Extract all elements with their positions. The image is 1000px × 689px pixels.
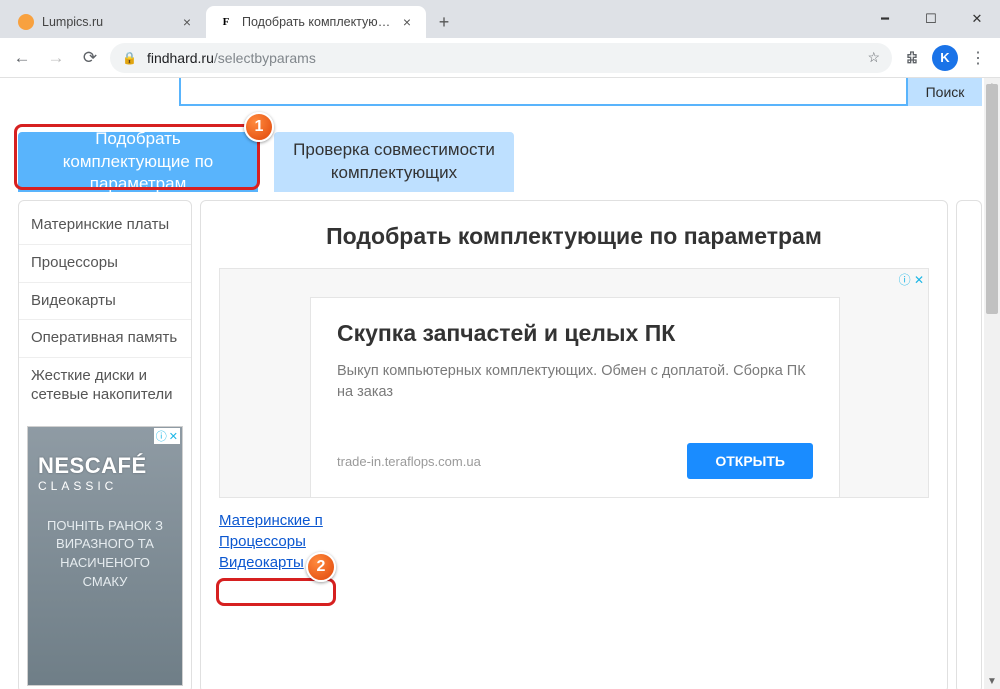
ad-badge-icon[interactable]: ⓘ ✕	[899, 271, 924, 288]
tab-select-by-params[interactable]: Подобрать комплектующие по параметрам	[18, 132, 258, 192]
tab-compatibility-check[interactable]: Проверка совместимости комплектующих	[274, 132, 514, 192]
url-path: /selectbyparams	[214, 50, 316, 66]
window-titlebar: Lumpics.ru × F Подобрать комплектующие п…	[0, 0, 1000, 38]
scrollbar-thumb[interactable]	[986, 84, 998, 314]
ad-logo-sub: CLASSIC	[38, 479, 182, 493]
window-close-button[interactable]: ✕	[954, 0, 1000, 38]
minimize-button[interactable]: ━	[862, 0, 908, 38]
url-host: findhard.ru	[147, 50, 214, 66]
close-icon[interactable]: ×	[180, 15, 194, 29]
scrollbar[interactable]: ▲ ▼	[984, 78, 1000, 689]
ad-card: Скупка запчастей и целых ПК Выкуп компью…	[310, 297, 840, 498]
forward-button[interactable]: →	[42, 44, 70, 72]
maximize-button[interactable]: ☐	[908, 0, 954, 38]
browser-toolbar: ← → ⟳ 🔒 findhard.ru/selectbyparams ☆ K ⋮	[0, 38, 1000, 78]
section-tabs: Подобрать комплектующие по параметрам Пр…	[18, 132, 982, 192]
inline-advert[interactable]: ⓘ ✕ Скупка запчастей и целых ПК Выкуп ко…	[219, 268, 929, 498]
scroll-down-icon[interactable]: ▼	[984, 673, 1000, 689]
browser-tab-lumpics[interactable]: Lumpics.ru ×	[6, 6, 206, 38]
browser-tabstrip: Lumpics.ru × F Подобрать комплектующие п…	[6, 0, 862, 38]
ad-description: Выкуп компьютерных комплектующих. Обмен …	[337, 361, 813, 403]
sidebar-item-processors[interactable]: Процессоры	[19, 244, 191, 282]
category-sidebar: Материнские платы Процессоры Видеокарты …	[18, 200, 192, 689]
main-panel: Подобрать комплектующие по параметрам ⓘ …	[200, 200, 948, 689]
link-motherboards[interactable]: Материнские п	[219, 512, 929, 529]
favicon-icon: F	[218, 14, 234, 30]
ad-title: Скупка запчастей и целых ПК	[337, 320, 813, 347]
lock-icon: 🔒	[122, 51, 137, 65]
sidebar-item-gpus[interactable]: Видеокарты	[19, 282, 191, 320]
category-links: Материнские п Процессоры Видеокарты	[219, 512, 929, 571]
sidebar-item-motherboards[interactable]: Материнские платы	[19, 207, 191, 244]
window-controls: ━ ☐ ✕	[862, 0, 1000, 38]
ad-badge-icon[interactable]: ⓘ✕	[154, 428, 180, 444]
sidebar-item-storage[interactable]: Жесткие диски и сетевые накопители	[19, 357, 191, 414]
ad-logo: NESCAFÉ	[38, 453, 182, 479]
url-text: findhard.ru/selectbyparams	[147, 50, 857, 66]
bookmark-star-icon[interactable]: ☆	[867, 49, 880, 66]
tab-title: Lumpics.ru	[42, 15, 172, 29]
sidebar-item-ram[interactable]: Оперативная память	[19, 319, 191, 357]
kebab-menu-icon[interactable]: ⋮	[964, 44, 992, 72]
page-content: Подобрать комплектующие по параметрам Пр…	[18, 78, 982, 689]
close-icon[interactable]: ×	[400, 15, 414, 29]
right-aside	[956, 200, 982, 689]
back-button[interactable]: ←	[8, 44, 36, 72]
profile-avatar[interactable]: K	[932, 45, 958, 71]
extensions-button[interactable]	[898, 44, 926, 72]
favicon-icon	[18, 14, 34, 30]
ad-text: ПОЧНІТЬ РАНОК З ВИРАЗНОГО ТА НАСИЧЕНОГО …	[38, 517, 172, 592]
link-gpus[interactable]: Видеокарты	[219, 554, 929, 571]
tab-title: Подобрать комплектующие по	[242, 15, 392, 29]
browser-tab-findhard[interactable]: F Подобрать комплектующие по ×	[206, 6, 426, 38]
ad-open-button[interactable]: ОТКРЫТЬ	[687, 443, 813, 479]
ad-domain: trade-in.teraflops.com.ua	[337, 454, 481, 469]
sidebar-advert[interactable]: ⓘ✕ NESCAFÉ CLASSIC ПОЧНІТЬ РАНОК З ВИРАЗ…	[27, 426, 183, 686]
page-heading: Подобрать комплектующие по параметрам	[219, 223, 929, 250]
reload-button[interactable]: ⟳	[76, 44, 104, 72]
link-processors[interactable]: Процессоры	[219, 533, 929, 550]
address-bar[interactable]: 🔒 findhard.ru/selectbyparams ☆	[110, 43, 892, 73]
new-tab-button[interactable]: +	[430, 8, 458, 36]
page-viewport: ▲ ▼ Поиск Подобрать комплектующие по пар…	[0, 78, 1000, 689]
